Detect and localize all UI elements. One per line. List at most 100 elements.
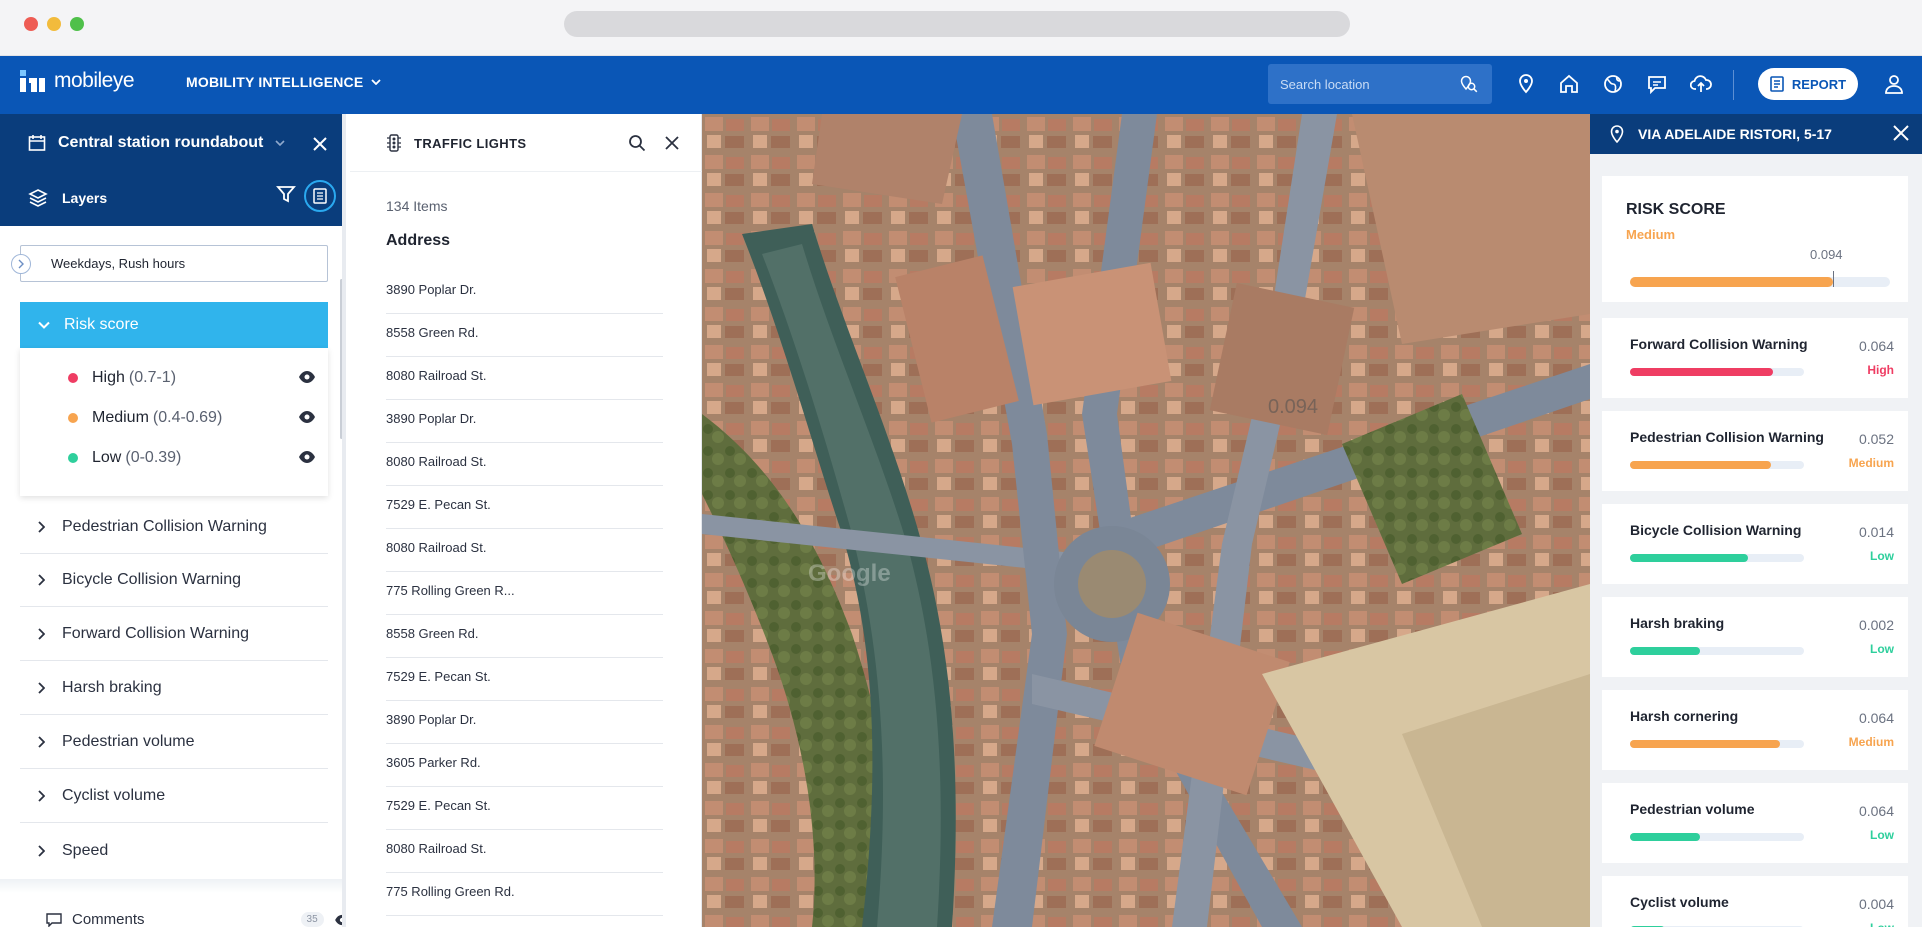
table-row[interactable]: 3605 Parker Rd. bbox=[386, 744, 663, 787]
search-location-icon[interactable] bbox=[1460, 75, 1478, 93]
report-label: REPORT bbox=[1791, 76, 1847, 92]
expand-tab[interactable] bbox=[11, 254, 31, 274]
address-column-header[interactable]: Address bbox=[386, 232, 450, 250]
satellite-map[interactable]: 0.094 Google bbox=[702, 114, 1590, 927]
close-icon[interactable] bbox=[1892, 124, 1910, 142]
metric-track bbox=[1630, 461, 1804, 469]
search-location-input[interactable] bbox=[1280, 75, 1450, 93]
report-icon bbox=[1770, 76, 1784, 92]
risk-score-level: Medium bbox=[1626, 227, 1676, 242]
chevron-right-icon bbox=[20, 574, 62, 586]
table-row[interactable]: 7529 E. Pecan St. bbox=[386, 658, 663, 701]
metric-card[interactable]: Harsh cornering 0.064 Medium bbox=[1602, 690, 1908, 770]
location-header: VIA ADELAIDE RISTORI, 5-17 bbox=[1590, 114, 1922, 154]
context-header: Central station roundabout Layers bbox=[0, 114, 342, 226]
eye-icon[interactable] bbox=[298, 370, 316, 384]
table-row[interactable]: 8080 Railroad St. bbox=[386, 830, 663, 873]
home-icon[interactable] bbox=[1557, 72, 1581, 96]
metric-card[interactable]: Forward Collision Warning 0.064 High bbox=[1602, 318, 1908, 398]
search-icon[interactable] bbox=[628, 134, 646, 152]
table-row[interactable]: 3890 Poplar Dr. bbox=[386, 400, 663, 443]
pin-icon[interactable] bbox=[1514, 72, 1538, 96]
layer-label: Bicycle Collision Warning bbox=[62, 571, 242, 588]
table-row[interactable]: 775 Rolling Green Rd. bbox=[386, 873, 663, 916]
layer-row-pedestrian-collision[interactable]: Pedestrian Collision Warning bbox=[20, 501, 328, 554]
risk-score-legend: High (0.7-1) Medium (0.4-0.69) Low (0-0.… bbox=[20, 348, 328, 496]
table-row[interactable]: 8080 Railroad St. bbox=[386, 443, 663, 486]
table-row[interactable]: 7529 E. Pecan St. bbox=[386, 486, 663, 529]
layer-row-pedestrian-volume[interactable]: Pedestrian volume bbox=[20, 716, 328, 769]
user-icon[interactable] bbox=[1882, 72, 1906, 96]
risk-score-track bbox=[1630, 271, 1890, 287]
metric-card[interactable]: Pedestrian volume 0.064 Low bbox=[1602, 783, 1908, 863]
risk-score-card: RISK SCORE Medium 0.094 bbox=[1602, 176, 1908, 302]
layer-row-harsh-braking[interactable]: Harsh braking bbox=[20, 662, 328, 715]
location-search[interactable] bbox=[1268, 64, 1492, 104]
upload-icon[interactable] bbox=[1689, 72, 1713, 96]
context-title: Central station roundabout bbox=[58, 134, 264, 151]
table-row[interactable]: 8080 Railroad St. bbox=[386, 357, 663, 400]
comment-icon bbox=[46, 912, 62, 927]
table-row[interactable]: 8558 Green Rd. bbox=[386, 314, 663, 357]
chevron-right-icon bbox=[18, 259, 24, 269]
close-icon[interactable] bbox=[310, 134, 330, 154]
comments-count: 35 bbox=[300, 912, 324, 927]
layer-label: Cyclist volume bbox=[62, 787, 166, 804]
window-close-dot[interactable] bbox=[24, 17, 38, 31]
layer-row-cyclist-volume[interactable]: Cyclist volume bbox=[20, 770, 328, 823]
layers-panel: Central station roundabout Layers Weekda… bbox=[0, 114, 346, 927]
product-switcher[interactable]: MOBILITY INTELLIGENCE bbox=[186, 74, 382, 90]
legend-item-low: Low (0-0.39) bbox=[20, 438, 328, 478]
list-view-toggle[interactable] bbox=[304, 180, 336, 212]
table-row[interactable]: 775 Rolling Green R... bbox=[386, 572, 663, 615]
traffic-lights-panel: TRAFFIC LIGHTS 134 Items Address 3890 Po… bbox=[350, 114, 702, 927]
globe-icon[interactable] bbox=[1601, 72, 1625, 96]
legend-name: Medium bbox=[92, 409, 149, 426]
layer-label: Pedestrian volume bbox=[62, 733, 195, 750]
table-row[interactable]: 3890 Poplar Dr. bbox=[386, 701, 663, 744]
pin-icon bbox=[1610, 125, 1624, 143]
legend-item-medium: Medium (0.4-0.69) bbox=[20, 398, 328, 438]
metric-fill bbox=[1630, 554, 1749, 562]
context-selector[interactable]: Central station roundabout bbox=[28, 134, 285, 152]
eye-icon[interactable] bbox=[334, 914, 346, 926]
layer-row-speed[interactable]: Speed bbox=[20, 824, 328, 877]
table-row[interactable]: 8080 Railroad St. bbox=[386, 529, 663, 572]
metric-card[interactable]: Bicycle Collision Warning 0.014 Low bbox=[1602, 504, 1908, 584]
metric-fill bbox=[1630, 647, 1700, 655]
metric-card[interactable]: Pedestrian Collision Warning 0.052 Medium bbox=[1602, 411, 1908, 491]
metric-track bbox=[1630, 368, 1804, 376]
brand-name: mobileye bbox=[54, 69, 135, 92]
comments-row[interactable]: Comments 35 bbox=[46, 911, 346, 927]
chevron-down-icon bbox=[371, 79, 382, 85]
brand-logo[interactable]: mobileye bbox=[20, 69, 135, 93]
legend-name: High bbox=[92, 369, 125, 386]
scrollbar[interactable] bbox=[340, 279, 342, 439]
comments-icon[interactable] bbox=[1645, 72, 1669, 96]
window-minimize-dot[interactable] bbox=[47, 17, 61, 31]
map-watermark: Google bbox=[808, 560, 891, 587]
eye-icon[interactable] bbox=[298, 410, 316, 424]
table-row[interactable]: 8080 Railroad St. bbox=[386, 916, 663, 927]
table-row[interactable]: 7529 E. Pecan St. bbox=[386, 787, 663, 830]
close-icon[interactable] bbox=[664, 135, 680, 151]
time-filter-field[interactable]: Weekdays, Rush hours bbox=[20, 245, 328, 282]
url-bar[interactable] bbox=[564, 11, 1350, 37]
report-button[interactable]: REPORT bbox=[1758, 68, 1858, 100]
filter-icon[interactable] bbox=[276, 184, 296, 204]
risk-score-header[interactable]: Risk score bbox=[20, 302, 328, 348]
chevron-right-icon bbox=[20, 790, 62, 802]
layer-row-forward-collision[interactable]: Forward Collision Warning bbox=[20, 608, 328, 661]
risk-score-value: 0.094 bbox=[1810, 247, 1843, 262]
window-zoom-dot[interactable] bbox=[70, 17, 84, 31]
metric-card[interactable]: Harsh braking 0.002 Low bbox=[1602, 597, 1908, 677]
metric-card[interactable]: Cyclist volume 0.004 Low bbox=[1602, 876, 1908, 927]
calendar-icon bbox=[28, 135, 46, 151]
item-count: 134 Items bbox=[386, 198, 448, 214]
table-row[interactable]: 8558 Green Rd. bbox=[386, 615, 663, 658]
eye-icon[interactable] bbox=[298, 450, 316, 464]
metric-fill bbox=[1630, 833, 1700, 841]
layer-row-bicycle-collision[interactable]: Bicycle Collision Warning bbox=[20, 554, 328, 607]
metric-fill bbox=[1630, 368, 1773, 376]
table-row[interactable]: 3890 Poplar Dr. bbox=[386, 271, 663, 314]
